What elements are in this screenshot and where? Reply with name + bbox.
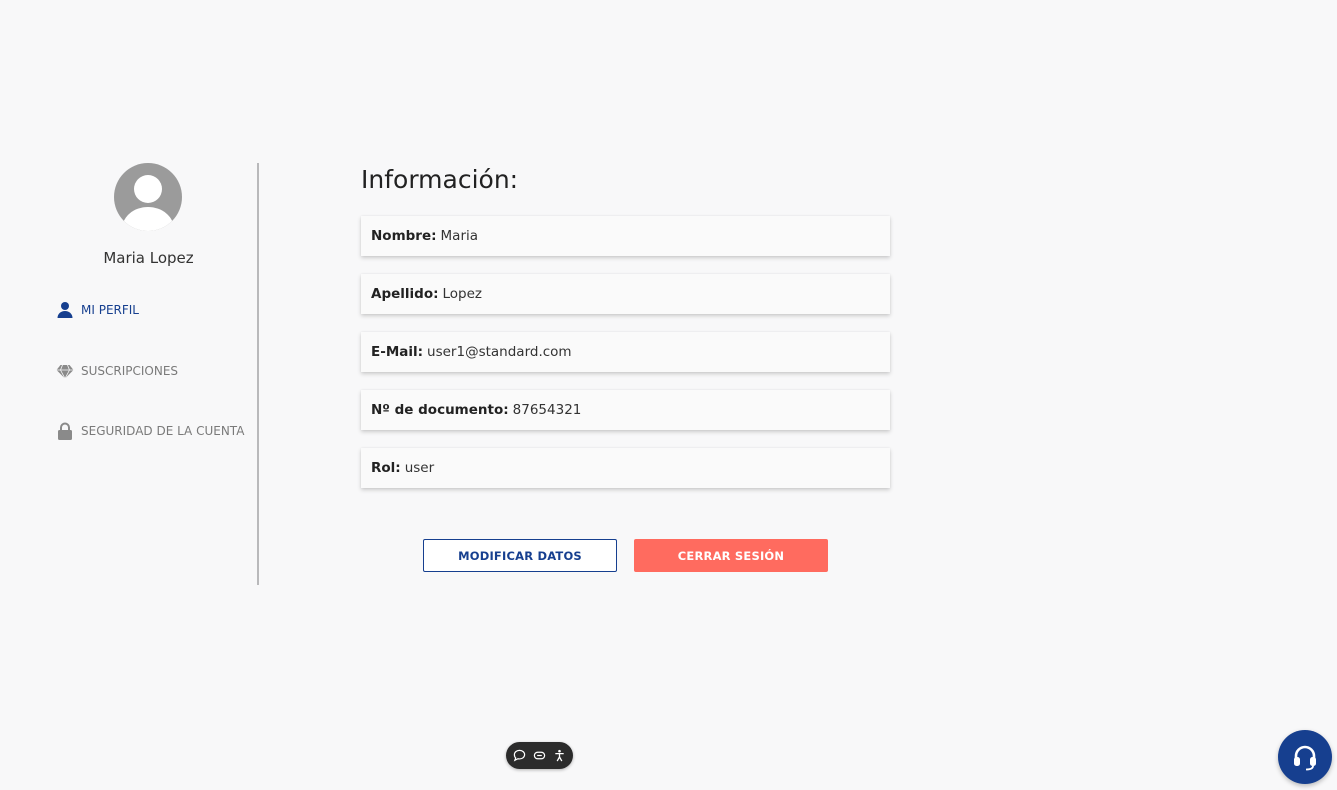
field-label: Rol: (371, 460, 401, 476)
user-name: Maria Lopez (103, 249, 194, 267)
profile-sidebar: Maria Lopez MI PERFIL SUSCRIPCIONES SEGU… (40, 163, 259, 585)
field-value: 87654321 (512, 402, 582, 418)
accessibility-icon[interactable] (553, 749, 567, 763)
reading-mask-icon[interactable] (533, 749, 547, 763)
avatar (114, 163, 182, 231)
field-value: user (404, 460, 435, 476)
logout-button[interactable]: CERRAR SESIÓN (634, 539, 828, 572)
user-icon (56, 301, 74, 319)
support-chat-button[interactable] (1278, 730, 1332, 784)
field-value: Maria (440, 228, 479, 244)
field-nombre: Nombre: Maria (361, 216, 890, 256)
modify-data-button[interactable]: MODIFICAR DATOS (423, 539, 617, 572)
field-label: Nombre: (371, 228, 437, 244)
accessibility-toolbar (506, 742, 573, 769)
field-label: Nº de documento: (371, 402, 509, 418)
field-label: Apellido: (371, 286, 439, 302)
diamond-icon (56, 362, 74, 380)
headset-icon (1294, 745, 1316, 771)
profile-info-panel: Información: Nombre: Maria Apellido: Lop… (361, 163, 891, 488)
speech-bubble-icon[interactable] (512, 749, 526, 763)
sidebar-item-suscripciones[interactable]: SUSCRIPCIONES (56, 359, 178, 383)
sidebar-item-seguridad[interactable]: SEGURIDAD DE LA CUENTA (56, 419, 244, 443)
user-avatar-icon (122, 175, 174, 231)
sidebar-item-label: SUSCRIPCIONES (81, 364, 179, 378)
sidebar-item-label: MI PERFIL (81, 303, 139, 317)
field-apellido: Apellido: Lopez (361, 274, 890, 314)
field-value: Lopez (442, 286, 483, 302)
field-label: E-Mail: (371, 344, 424, 360)
page-title: Información: (361, 165, 519, 194)
lock-icon (56, 422, 74, 440)
field-email: E-Mail: user1@standard.com (361, 332, 890, 372)
sidebar-item-mi-perfil[interactable]: MI PERFIL (56, 298, 139, 322)
sidebar-item-label: SEGURIDAD DE LA CUENTA (81, 424, 245, 438)
field-rol: Rol: user (361, 448, 890, 488)
field-value: user1@standard.com (427, 344, 572, 360)
field-documento: Nº de documento: 87654321 (361, 390, 890, 430)
